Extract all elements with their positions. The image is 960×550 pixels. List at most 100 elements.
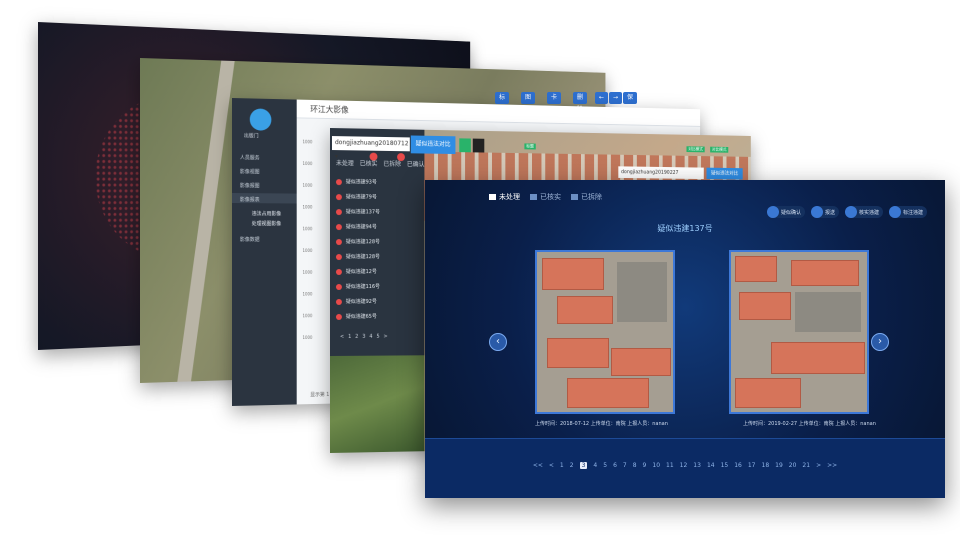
viewer-action-button[interactable]: 疑似确认	[766, 206, 805, 218]
compare-button[interactable]: 疑似违法对比	[410, 135, 456, 155]
page-link[interactable]: >>	[827, 462, 837, 469]
page-link[interactable]: 2	[570, 462, 574, 469]
list-item[interactable]: 疑似违建116号	[335, 283, 380, 290]
admin-topbar	[296, 99, 701, 127]
tool-button[interactable]	[472, 138, 485, 153]
viewer-tab[interactable]: 已核实	[530, 192, 561, 202]
page-link[interactable]: >	[816, 462, 821, 469]
action-icon	[888, 206, 901, 218]
location-pin-icon	[335, 298, 342, 305]
viewer-tab[interactable]: 已拆除	[571, 192, 602, 202]
tab-confirmed[interactable]: 已确认	[407, 159, 425, 168]
next-arrow-button[interactable]: ›	[871, 333, 889, 351]
page-link[interactable]: 18	[762, 462, 770, 469]
page-link[interactable]: 5	[603, 462, 607, 469]
page-link[interactable]: 1	[560, 462, 564, 469]
map-toolbar-button[interactable]: 卡图	[547, 92, 562, 113]
viewer-action-label: 疑似确认	[780, 209, 801, 216]
sidebar-item[interactable]: 影像数据	[240, 236, 260, 243]
page-link[interactable]: 17	[748, 462, 756, 469]
map-road	[172, 58, 237, 383]
list-item[interactable]: 疑似违建12号	[335, 268, 377, 276]
viewer-actions: 疑似确认 报送 核实违建 标注违建	[766, 206, 927, 218]
list-item[interactable]: 疑似违建128号	[335, 238, 380, 245]
page-title: 环江大影像	[310, 104, 349, 115]
map-toolbar-button[interactable]: 保存	[623, 92, 638, 113]
page-link[interactable]: 13	[693, 462, 701, 469]
page-link[interactable]: <<	[533, 462, 543, 469]
location-pin-icon	[335, 253, 342, 260]
page-link[interactable]: 8	[633, 462, 637, 469]
comparison-viewer: 未处理 已核实 已拆除 疑似确认 报送 核实违建 标注违建 疑似违建137号 上传时间：2…	[425, 180, 945, 498]
count-badge	[369, 152, 378, 161]
page-link[interactable]: 21	[802, 462, 810, 469]
page-link[interactable]: <	[549, 462, 554, 469]
viewer-action-button[interactable]: 标注违建	[888, 206, 927, 218]
page-link[interactable]: 2	[355, 334, 358, 340]
viewer-action-button[interactable]: 核实违建	[844, 206, 883, 218]
page-link[interactable]: 15	[721, 462, 729, 469]
viewer-tab[interactable]: 未处理	[489, 192, 520, 202]
prev-arrow-button[interactable]: ‹	[489, 333, 507, 351]
viewer-tab-label: 未处理	[499, 193, 520, 201]
page-link[interactable]: 6	[613, 462, 617, 469]
sidebar-item[interactable]: 影像报图	[240, 182, 260, 189]
list-item[interactable]: 疑似违建128号	[335, 253, 380, 260]
map-toolbar-button[interactable]: 标注	[495, 92, 510, 113]
tab-unprocessed[interactable]: 未处理	[336, 158, 354, 167]
list-item[interactable]: 疑似违建137号	[335, 208, 380, 216]
page-link[interactable]: 4	[593, 462, 597, 469]
list-item-label: 疑似违建93号	[345, 179, 377, 186]
sidebar-item[interactable]: 影像报表	[240, 196, 260, 203]
page-link[interactable]: <	[340, 334, 344, 340]
axis-number: 1000	[302, 269, 313, 275]
compare-date-select[interactable]: dongjiazhuang20190227	[618, 166, 704, 180]
location-pin-icon	[335, 238, 342, 245]
map-toolbar-button[interactable]: 图层	[521, 92, 536, 113]
count-badge	[397, 153, 405, 162]
list-item[interactable]: 疑似违建65号	[335, 313, 377, 320]
page-link[interactable]: 5	[376, 334, 379, 340]
mode-tag: 对比模式	[710, 146, 729, 153]
page-link[interactable]: 3	[362, 334, 365, 340]
sidebar-item[interactable]: 影像视图	[240, 168, 260, 175]
current-page[interactable]: 3	[579, 462, 588, 469]
map-mode-button[interactable]	[459, 138, 471, 153]
page-link[interactable]: 1	[348, 334, 351, 340]
page-link[interactable]: 16	[734, 462, 742, 469]
sidebar-subitem[interactable]: 处理视图影像	[252, 220, 281, 227]
map-toolbar-button[interactable]: ←	[595, 92, 609, 104]
date-select[interactable]: dongjiazhuang20180712 ▾	[331, 136, 410, 160]
axis-number: 1000	[302, 334, 313, 341]
list-item[interactable]: 疑似违建79号	[335, 193, 377, 200]
page-link[interactable]: >	[384, 334, 388, 340]
aerial-thumbnail	[330, 355, 425, 453]
list-item-label: 疑似违建12号	[345, 269, 377, 276]
viewer-tabs: 未处理 已核实 已拆除	[489, 192, 602, 202]
map-toolbar-button[interactable]: 删除	[573, 92, 588, 113]
viewer-action-button[interactable]: 报送	[810, 206, 839, 218]
axis-number: 1000	[302, 204, 313, 210]
page-link[interactable]: 7	[623, 462, 627, 469]
page-link[interactable]: 4	[369, 334, 372, 340]
page-link[interactable]: 20	[789, 462, 797, 469]
list-item[interactable]: 疑似违建93号	[335, 178, 377, 186]
sidebar-item[interactable]: 人员服务	[240, 154, 260, 161]
location-pin-icon	[335, 208, 342, 215]
axis-number: 1000	[302, 139, 313, 145]
sidebar-subitem[interactable]: 违法占用影像	[252, 210, 281, 217]
compare-button-right[interactable]: 疑似违法对比	[706, 167, 743, 180]
page-link[interactable]: 14	[707, 462, 715, 469]
page-link[interactable]: 19	[775, 462, 783, 469]
map-toolbar-button[interactable]: →	[609, 92, 623, 104]
page-link[interactable]: 9	[643, 462, 647, 469]
app-logo	[249, 108, 272, 131]
list-item[interactable]: 疑似违建92号	[335, 298, 377, 305]
list-item[interactable]: 疑似违建94号	[335, 223, 377, 230]
location-pin-icon	[335, 268, 342, 275]
page-link[interactable]: 12	[680, 462, 688, 469]
viewer-action-label: 报送	[824, 209, 835, 216]
page-link[interactable]: 10	[652, 462, 660, 469]
page-link[interactable]: 11	[666, 462, 674, 469]
list-item-label: 疑似违建137号	[345, 209, 380, 216]
